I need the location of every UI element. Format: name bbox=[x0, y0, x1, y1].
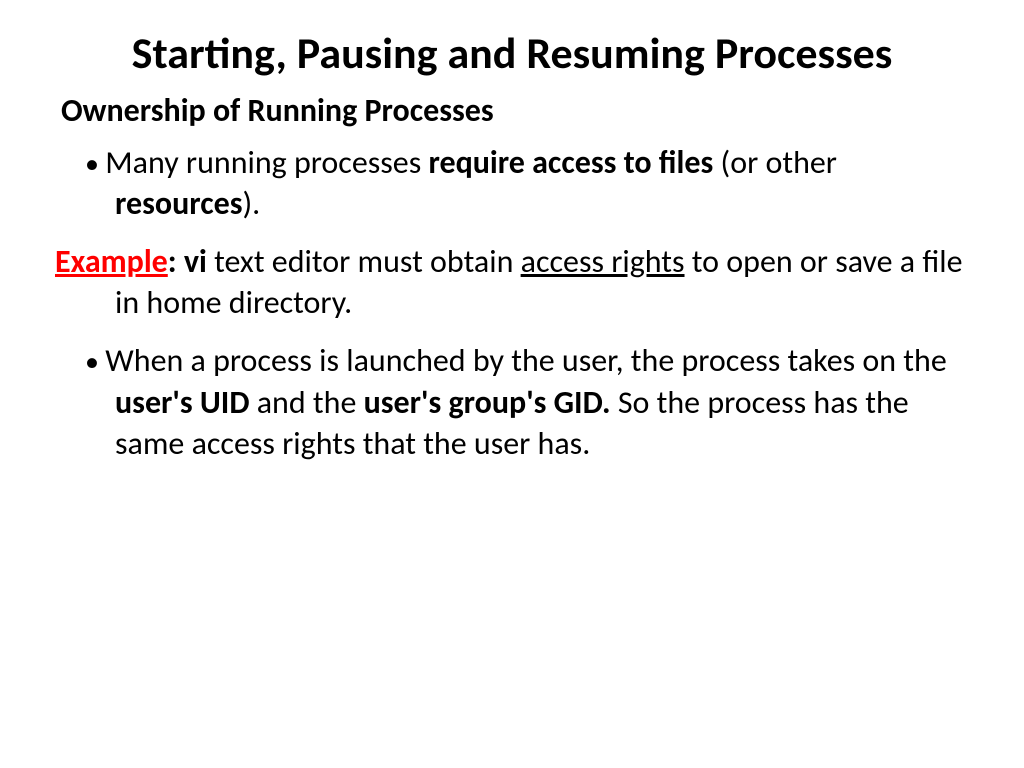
bullet-access-files: Many running processes require access to… bbox=[55, 142, 969, 225]
text-segment: When a process is launched by the user, … bbox=[105, 341, 946, 380]
text-bold: user's UID bbox=[115, 383, 249, 422]
text-segment: Many running processes bbox=[105, 143, 428, 182]
text-segment: text editor must obtain bbox=[207, 242, 521, 281]
text-segment: (or other bbox=[713, 143, 837, 182]
text-bold: : vi bbox=[168, 242, 207, 281]
text-underline: access rights bbox=[521, 242, 685, 281]
bullet-uid-gid: When a process is launched by the user, … bbox=[55, 340, 969, 465]
example-label: Example bbox=[55, 242, 168, 281]
slide-title: Starting, Pausing and Resuming Processes bbox=[55, 28, 969, 79]
example-line: Example: vi text editor must obtain acce… bbox=[55, 241, 969, 324]
text-bold: require access to files bbox=[428, 143, 713, 182]
text-bold: resources bbox=[115, 184, 242, 223]
section-heading: Ownership of Running Processes bbox=[55, 91, 969, 130]
text-segment: and the bbox=[249, 383, 363, 422]
text-bold: user's group's GID. bbox=[364, 383, 611, 422]
text-segment: ). bbox=[242, 184, 260, 223]
